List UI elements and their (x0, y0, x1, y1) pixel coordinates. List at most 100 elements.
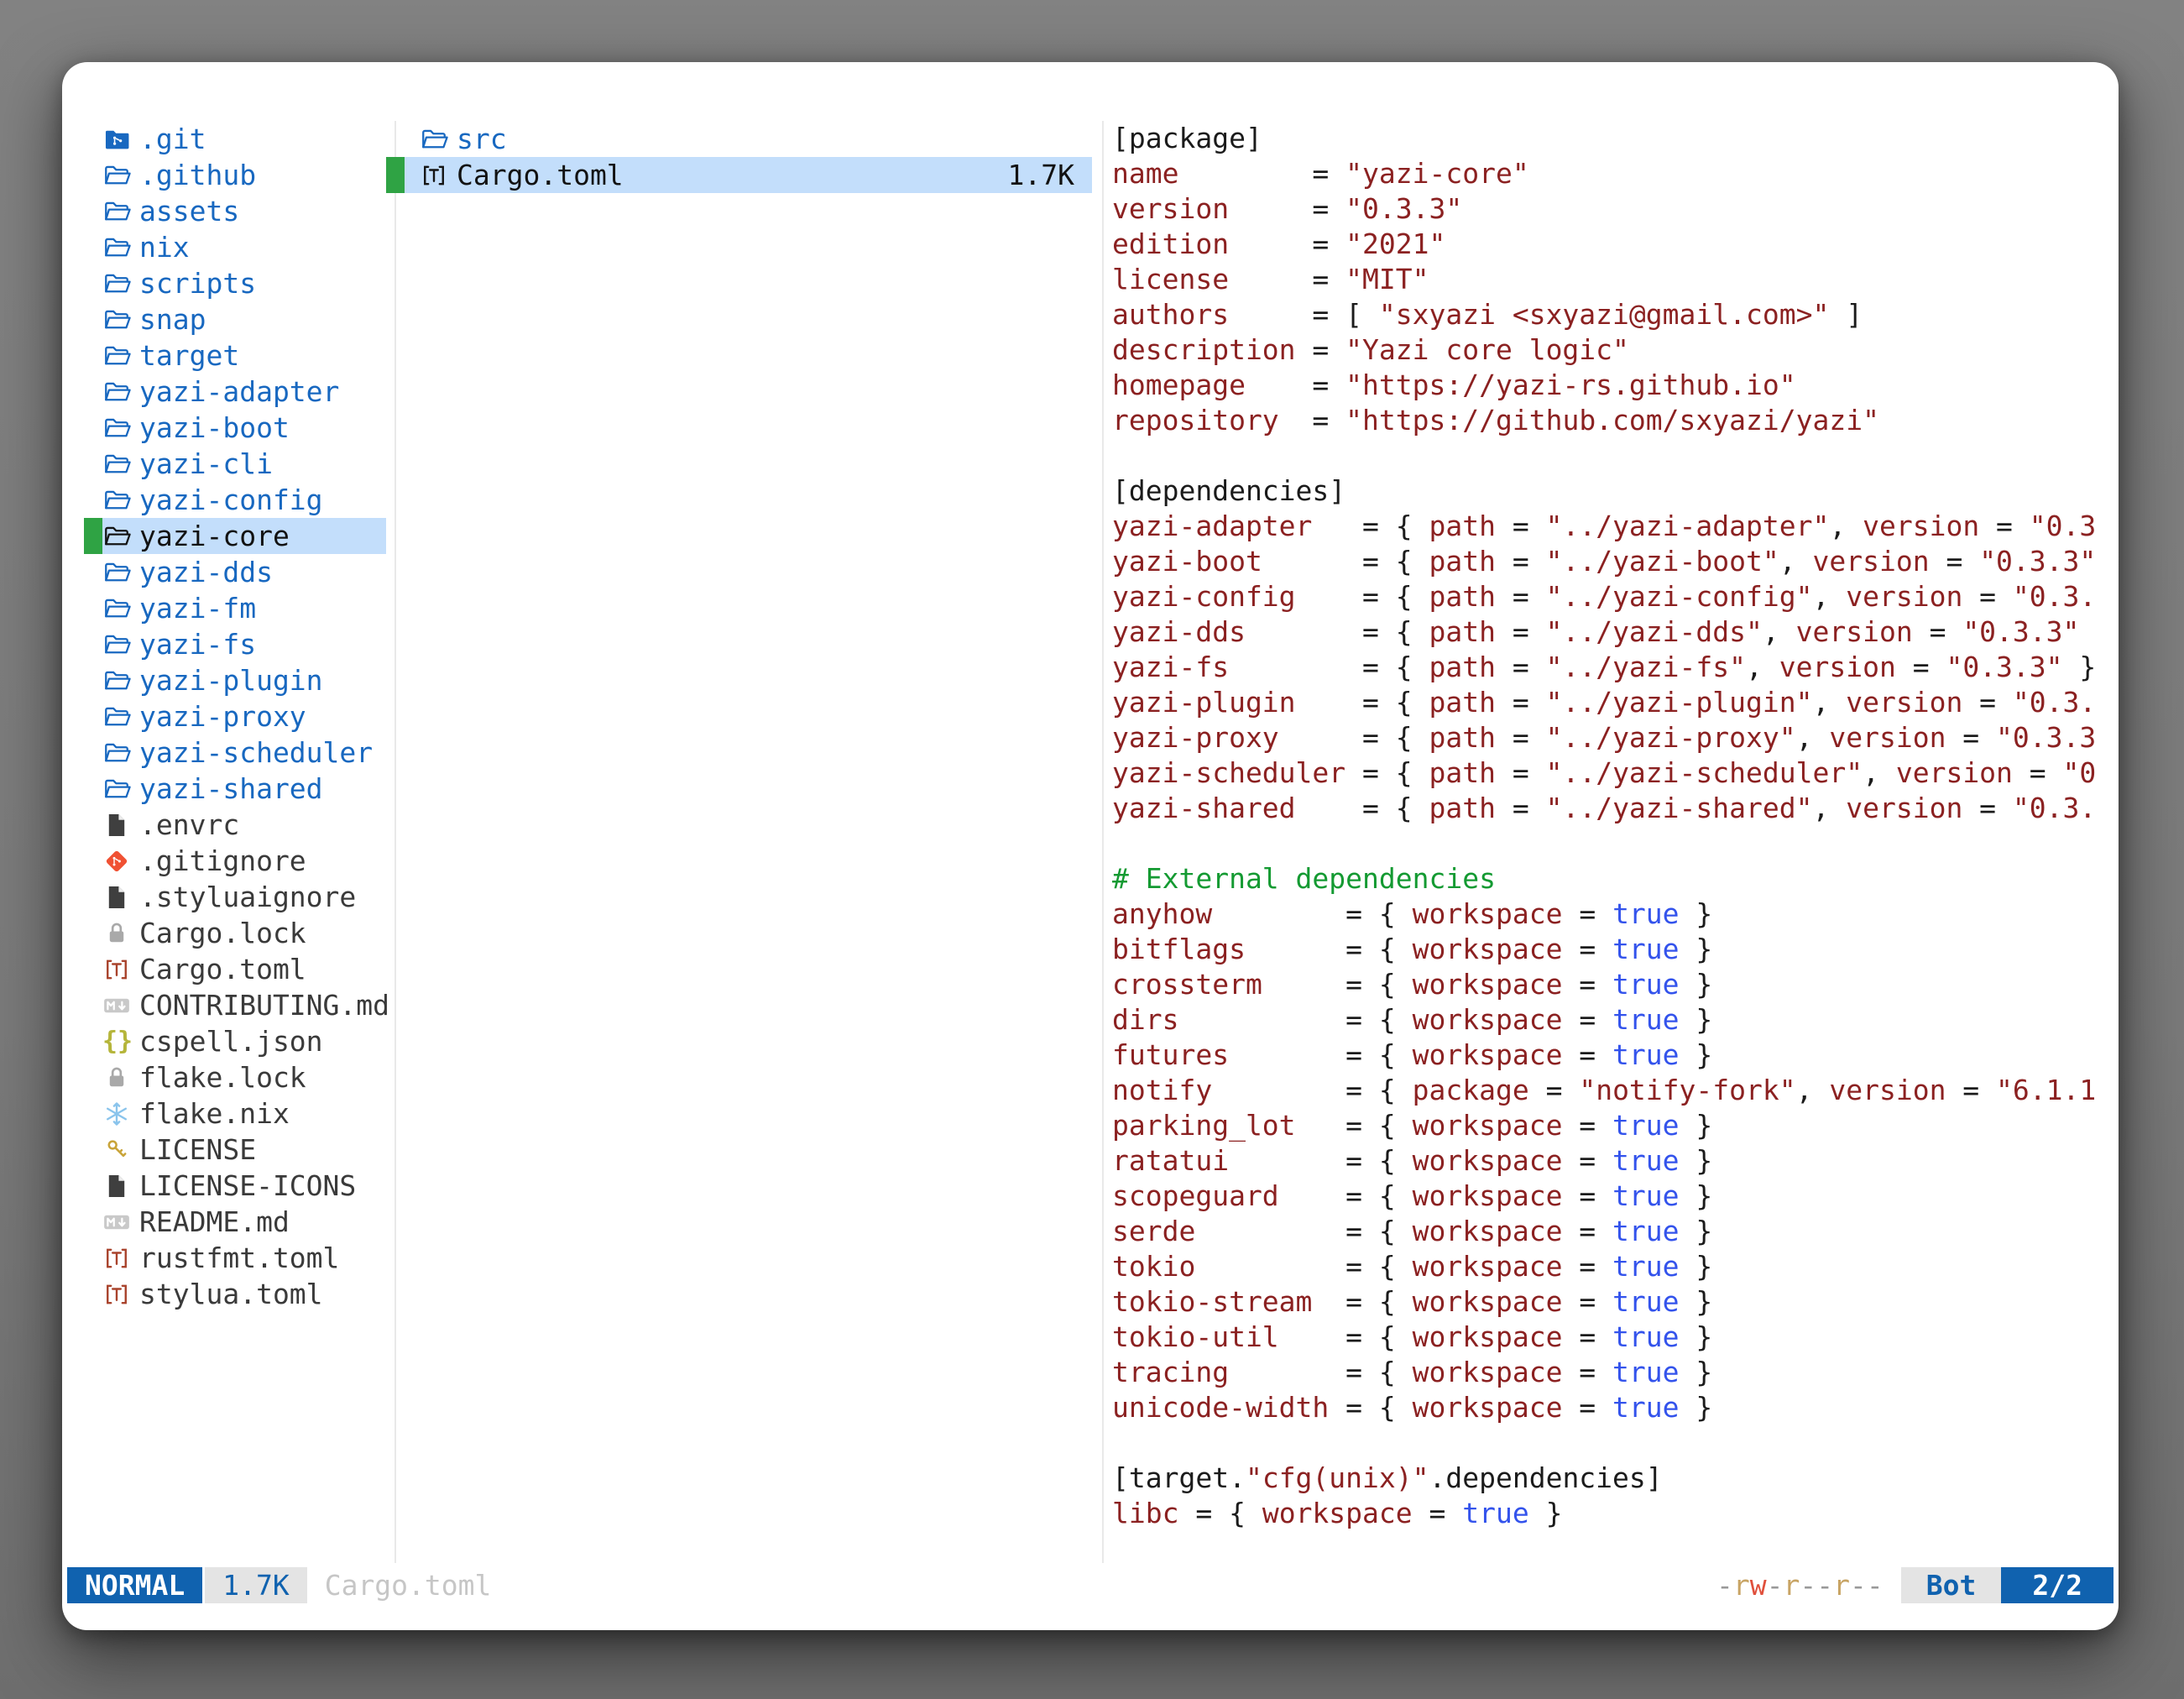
parent-pane-item-scripts[interactable]: scripts (84, 265, 386, 301)
file-name: snap (139, 301, 206, 337)
status-bar: NORMAL 1.7K Cargo.toml -rw-r--r-- Bot 2/… (62, 1567, 2119, 1603)
parent-pane-item-yazi-fm[interactable]: yazi-fm (84, 590, 386, 626)
parent-pane-item-snap[interactable]: snap (84, 301, 386, 337)
pane-divider-right (1102, 121, 1104, 1563)
parent-pane-item-yazi-boot[interactable]: yazi-boot (84, 410, 386, 446)
folder-icon (102, 450, 134, 478)
parent-pane-item-yazi-scheduler[interactable]: yazi-scheduler (84, 734, 386, 771)
file-permissions: -rw-r--r-- (1716, 1569, 1884, 1602)
parent-pane-item-flake.nix[interactable]: flake.nix (84, 1095, 386, 1132)
preview-code-line: edition = "2021" (1112, 227, 2115, 262)
preview-code-line: tracing = { workspace = true } (1112, 1355, 2115, 1390)
nix-icon (102, 1100, 134, 1128)
folder-icon (102, 378, 134, 406)
parent-pane-item-LICENSE[interactable]: LICENSE (84, 1132, 386, 1168)
file-name: .git (139, 121, 206, 157)
mode-badge: NORMAL (67, 1567, 202, 1603)
file-name: yazi-shared (139, 771, 323, 807)
parent-pane-item-.envrc[interactable]: .envrc (84, 807, 386, 843)
file-name: .envrc (139, 807, 239, 843)
preview-code-line: anyhow = { workspace = true } (1112, 897, 2115, 932)
pane-divider-left (394, 121, 396, 1563)
parent-pane-item-yazi-shared[interactable]: yazi-shared (84, 771, 386, 807)
preview-code-line: [package] (1112, 121, 2115, 156)
preview-code-line: name = "yazi-core" (1112, 156, 2115, 191)
file-name: yazi-cli (139, 446, 273, 482)
preview-code-line: description = "Yazi core logic" (1112, 332, 2115, 368)
parent-pane-item-assets[interactable]: assets (84, 193, 386, 229)
file-name: yazi-fm (139, 590, 256, 626)
file-name: .github (139, 157, 256, 193)
parent-pane-item-CONTRIBUTING.md[interactable]: CONTRIBUTING.md (84, 987, 386, 1023)
file-name: target (139, 337, 239, 374)
toml-icon (102, 1280, 134, 1309)
license-icon (102, 1136, 134, 1164)
parent-pane-item-.git[interactable]: .git (84, 121, 386, 157)
folder-icon (102, 739, 134, 767)
git-icon (102, 847, 134, 876)
parent-pane-item-flake.lock[interactable]: flake.lock (84, 1059, 386, 1095)
file-name: LICENSE-ICONS (139, 1168, 356, 1204)
folder-icon (102, 269, 134, 298)
parent-pane-item-yazi-plugin[interactable]: yazi-plugin (84, 662, 386, 698)
parent-pane-item-yazi-fs[interactable]: yazi-fs (84, 626, 386, 662)
parent-pane-item-Cargo.lock[interactable]: Cargo.lock (84, 915, 386, 951)
preview-code-line: notify = { package = "notify-fork", vers… (1112, 1073, 2115, 1108)
toml-icon (102, 955, 134, 984)
folder-icon (102, 775, 134, 803)
parent-pane-item-.github[interactable]: .github (84, 157, 386, 193)
current-pane-item-src[interactable]: src (386, 121, 1092, 157)
file-preview-pane: [package]name = "yazi-core"version = "0.… (1112, 121, 2115, 1531)
parent-pane-item-README.md[interactable]: README.md (84, 1204, 386, 1240)
status-bar-left: NORMAL 1.7K Cargo.toml (67, 1567, 491, 1603)
preview-code-line: homepage = "https://yazi-rs.github.io" (1112, 368, 2115, 403)
preview-code-line: serde = { workspace = true } (1112, 1214, 2115, 1249)
parent-pane-item-nix[interactable]: nix (84, 229, 386, 265)
status-filename: Cargo.toml (325, 1569, 492, 1602)
scroll-position-badge: Bot (1901, 1567, 2002, 1603)
file-name: scripts (139, 265, 256, 301)
file-name: src (457, 121, 507, 157)
preview-code-line: libc = { workspace = true } (1112, 1496, 2115, 1531)
folder-icon (102, 414, 134, 442)
markdown-icon (102, 1208, 134, 1236)
parent-directory-pane: .git.githubassetsnixscriptssnaptargetyaz… (84, 121, 386, 1312)
parent-pane-item-LICENSE-ICONS[interactable]: LICENSE-ICONS (84, 1168, 386, 1204)
parent-pane-item-yazi-dds[interactable]: yazi-dds (84, 554, 386, 590)
parent-pane-item-.styluaignore[interactable]: .styluaignore (84, 879, 386, 915)
parent-pane-item-yazi-core[interactable]: yazi-core (84, 518, 386, 554)
file-name: README.md (139, 1204, 290, 1240)
parent-pane-item-yazi-adapter[interactable]: yazi-adapter (84, 374, 386, 410)
preview-code-line: yazi-scheduler = { path = "../yazi-sched… (1112, 755, 2115, 791)
preview-code-line: yazi-dds = { path = "../yazi-dds", versi… (1112, 614, 2115, 650)
parent-pane-item-yazi-cli[interactable]: yazi-cli (84, 446, 386, 482)
parent-pane-item-stylua.toml[interactable]: stylua.toml (84, 1276, 386, 1312)
parent-pane-item-Cargo.toml[interactable]: Cargo.toml (84, 951, 386, 987)
folder-icon (102, 486, 134, 515)
folder-icon (102, 667, 134, 695)
current-directory-pane: srcCargo.toml1.7K (386, 121, 1092, 193)
file-name: Cargo.toml (457, 157, 624, 193)
parent-pane-item-yazi-config[interactable]: yazi-config (84, 482, 386, 518)
parent-pane-item-target[interactable]: target (84, 337, 386, 374)
folder-icon (102, 558, 134, 587)
preview-code-line: yazi-config = { path = "../yazi-config",… (1112, 579, 2115, 614)
parent-pane-item-cspell.json[interactable]: {}cspell.json (84, 1023, 386, 1059)
git-folder-icon (102, 125, 134, 154)
current-pane-item-Cargo.toml[interactable]: Cargo.toml1.7K (386, 157, 1092, 193)
preview-code-line: ratatui = { workspace = true } (1112, 1143, 2115, 1179)
preview-code-line: yazi-fs = { path = "../yazi-fs", version… (1112, 650, 2115, 685)
parent-pane-item-yazi-proxy[interactable]: yazi-proxy (84, 698, 386, 734)
file-name: .styluaignore (139, 879, 356, 915)
cursor-counter-badge: 2/2 (2001, 1567, 2113, 1603)
preview-code-line: yazi-boot = { path = "../yazi-boot", ver… (1112, 544, 2115, 579)
file-name: LICENSE (139, 1132, 256, 1168)
file-name: stylua.toml (139, 1276, 323, 1312)
parent-pane-item-.gitignore[interactable]: .gitignore (84, 843, 386, 879)
markdown-icon (102, 991, 134, 1020)
preview-code-line: scopeguard = { workspace = true } (1112, 1179, 2115, 1214)
preview-code-line (1112, 1425, 2115, 1461)
parent-pane-item-rustfmt.toml[interactable]: rustfmt.toml (84, 1240, 386, 1276)
json-icon: {} (102, 1027, 134, 1056)
folder-icon (420, 125, 452, 154)
